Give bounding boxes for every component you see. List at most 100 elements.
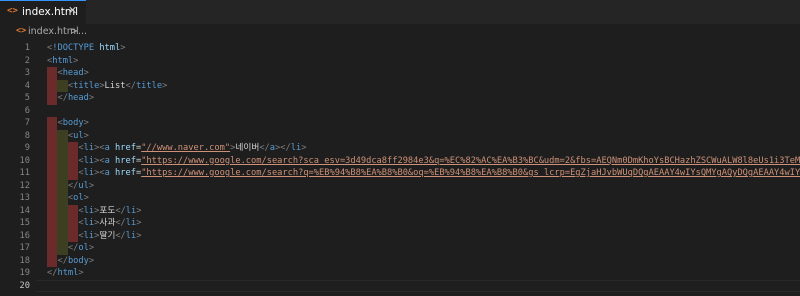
- code-line[interactable]: 4 <title>List</title>: [0, 79, 800, 93]
- code-token: >: [88, 93, 95, 103]
- line-number: 3: [24, 68, 30, 78]
- code-line[interactable]: 12 </ul>: [0, 179, 800, 192]
- chevron-right-icon: >: [70, 26, 78, 37]
- code-text: <body>: [47, 117, 88, 130]
- code-token: </: [115, 205, 126, 216]
- code-line[interactable]: 8 <ul>: [0, 129, 800, 143]
- code-token: </: [115, 218, 126, 228]
- code-text: <li><a href="//www.naver.com">네이버</a></l…: [47, 142, 306, 155]
- html-file-icon: <>: [7, 6, 18, 16]
- line-number: 18: [19, 255, 30, 266]
- code-text: <head>: [47, 67, 89, 80]
- code-token: href: [115, 168, 136, 178]
- line-number: 9: [24, 143, 30, 153]
- code-token: </: [67, 243, 79, 253]
- code-token: </: [280, 143, 291, 153]
- code-line[interactable]: 6: [0, 105, 800, 118]
- code-text: <html>: [47, 55, 78, 68]
- code-token: >: [120, 43, 126, 53]
- code-token: >: [301, 143, 307, 153]
- code-line[interactable]: 15 <li>사과</li>: [0, 217, 800, 230]
- code-token: href: [115, 143, 136, 153]
- code-token: li: [83, 218, 95, 228]
- line-number: 15: [19, 218, 30, 228]
- code-token: "//www.naver.com": [141, 143, 231, 153]
- code-line[interactable]: 1 <!DOCTYPE html>: [0, 42, 800, 55]
- line-number: 16: [19, 230, 30, 241]
- code-token: "https://www.google.com/search?sca_esv=3…: [141, 155, 800, 166]
- line-number: 1: [24, 43, 30, 53]
- code-text: <!DOCTYPE html>: [47, 42, 125, 55]
- code-line[interactable]: 16 <li>딸기</li>: [0, 229, 800, 243]
- code-token: 딸기: [99, 230, 116, 241]
- code-token: li: [125, 218, 137, 228]
- code-token: >: [83, 193, 89, 203]
- code-token: head: [67, 93, 89, 103]
- code-line[interactable]: 5 </head>: [0, 92, 800, 105]
- code-text: <li>딸기</li>: [47, 230, 141, 243]
- code-token: ol: [73, 193, 84, 203]
- line-number: 17: [19, 243, 30, 253]
- code-line[interactable]: 7 <body>: [0, 117, 800, 130]
- code-line[interactable]: 17 </ol>: [0, 242, 800, 255]
- tab-index-html[interactable]: <> index.html ✕: [0, 0, 86, 24]
- code-token: ul: [73, 130, 84, 141]
- code-token: html: [57, 268, 79, 278]
- code-token: </: [57, 93, 68, 103]
- code-token: >: [83, 130, 89, 141]
- code-line[interactable]: 9 <li><a href="//www.naver.com">네이버</a><…: [0, 142, 800, 155]
- code-text: <li><a href="https://www.google.com/sear…: [47, 155, 800, 168]
- code-text: <title>List</title>: [47, 80, 167, 93]
- code-token: li: [83, 205, 95, 216]
- code-token: </: [47, 268, 58, 278]
- code-token: "https://www.google.com/search?q=%EB%94%…: [141, 168, 800, 178]
- line-number: 13: [19, 193, 30, 203]
- code-token: </: [57, 255, 68, 266]
- code-text: <ol>: [47, 192, 89, 205]
- line-number: 8: [24, 130, 30, 141]
- code-line[interactable]: 13 <ol>: [0, 192, 800, 205]
- code-token: body: [67, 255, 89, 266]
- line-number: 4: [24, 80, 30, 91]
- code-text: <li>포도</li>: [47, 205, 141, 218]
- line-number: 19: [19, 268, 30, 278]
- code-line[interactable]: 3 <head>: [0, 67, 800, 80]
- code-token: >: [88, 255, 95, 266]
- code-token: head: [62, 68, 84, 78]
- code-line[interactable]: 14 <li>포도</li>: [0, 204, 800, 218]
- code-line[interactable]: 19 </html>: [0, 267, 800, 280]
- code-editor[interactable]: 1 <!DOCTYPE html> 2 <html> 3 <head> 4 <title>…: [0, 40, 800, 296]
- code-text: </ol>: [47, 242, 94, 255]
- code-token: >: [73, 55, 79, 66]
- code-token: </: [67, 180, 79, 191]
- code-line[interactable]: 11 <li><a href="https://www.google.com/s…: [0, 167, 800, 180]
- code-token: li: [290, 143, 302, 153]
- line-number: 20: [19, 280, 30, 291]
- code-line[interactable]: 2 <html>: [0, 55, 800, 68]
- code-token: !DOCTYPE: [52, 43, 95, 53]
- html-file-icon: <>: [16, 26, 27, 36]
- line-number: 5: [24, 93, 30, 103]
- code-line[interactable]: 10 <li><a href="https://www.google.com/s…: [0, 154, 800, 168]
- code-token: >: [83, 68, 89, 78]
- code-token: href: [115, 155, 136, 166]
- code-text: </body>: [47, 255, 94, 268]
- code-line[interactable]: 20: [0, 279, 800, 292]
- code-text: <ul>: [47, 130, 89, 143]
- code-text: <li>사과</li>: [47, 217, 141, 230]
- code-token: html: [52, 55, 74, 66]
- breadcrumb-symbol[interactable]: ...: [78, 26, 87, 37]
- line-number: 12: [19, 180, 30, 191]
- line-number: 2: [24, 55, 30, 66]
- code-line[interactable]: 18 </body>: [0, 254, 800, 268]
- close-icon[interactable]: ✕: [68, 4, 77, 17]
